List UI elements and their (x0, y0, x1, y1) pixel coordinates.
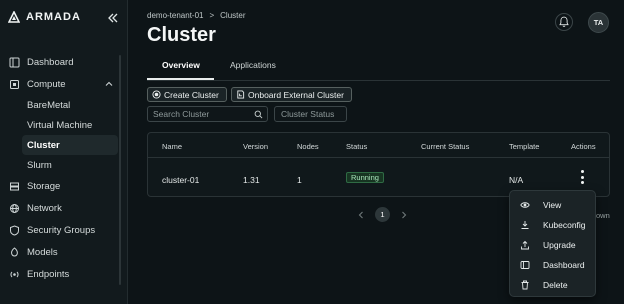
column-header-actions: Actions (571, 142, 596, 151)
menu-item-dashboard[interactable]: Dashboard (510, 256, 597, 274)
sidebar-item-label: Endpoints (27, 268, 70, 280)
column-header-current-status: Current Status (421, 142, 470, 151)
row-actions-button[interactable] (579, 170, 585, 184)
menu-item-label: Dashboard (543, 260, 585, 270)
sidebar-item-label: BareMetal (27, 99, 71, 111)
sidebar-item-storage[interactable]: Storage (0, 175, 122, 197)
active-tab-indicator (147, 78, 214, 80)
cell-name[interactable]: cluster-01 (162, 175, 199, 185)
collapse-sidebar-icon[interactable] (107, 12, 119, 24)
breadcrumb: demo-tenant-01 > Cluster (147, 11, 246, 20)
onboard-icon (237, 90, 245, 99)
column-header-nodes: Nodes (297, 142, 319, 151)
dashboard-icon (520, 261, 530, 269)
sidebar-item-label: Security Groups (27, 224, 96, 236)
sidebar: ARMADA Dashboard Compute BareMetal Virtu… (0, 0, 128, 304)
create-cluster-button[interactable]: Create Cluster (147, 87, 227, 102)
sidebar-item-label: Slurm (27, 159, 52, 171)
notifications-button[interactable] (555, 13, 573, 31)
sidebar-item-compute[interactable]: Compute (0, 73, 122, 95)
pagination-trailing-text: own (596, 211, 610, 220)
sidebar-item-label: Storage (27, 180, 61, 192)
onboard-external-cluster-label: Onboard External Cluster (248, 89, 344, 100)
status-badge: Running (346, 172, 384, 183)
armada-logo-icon (8, 11, 20, 23)
menu-item-label: View (543, 200, 562, 210)
eye-icon (520, 202, 530, 208)
sidebar-item-label: Compute (27, 78, 66, 90)
endpoints-icon (10, 271, 19, 277)
create-cluster-label: Create Cluster (164, 89, 219, 100)
logo: ARMADA (8, 11, 81, 23)
breadcrumb-tenant[interactable]: demo-tenant-01 (147, 11, 203, 20)
sidebar-item-slurm[interactable]: Slurm (0, 155, 122, 175)
add-circle-icon (152, 90, 161, 99)
dashboard-icon (9, 57, 20, 67)
menu-item-label: Upgrade (543, 240, 576, 250)
network-icon (10, 203, 19, 213)
models-icon (11, 246, 18, 256)
sidebar-item-virtual-machine[interactable]: Virtual Machine (0, 115, 122, 135)
column-header-template: Template (509, 142, 540, 151)
sidebar-item-label: Cluster (27, 139, 60, 151)
sidebar-item-cluster[interactable]: Cluster (22, 135, 118, 155)
kebab-dot (580, 170, 584, 173)
onboard-external-cluster-button[interactable]: Onboard External Cluster (231, 87, 352, 102)
search-icon[interactable] (254, 110, 263, 119)
breadcrumb-separator: > (209, 11, 215, 20)
breadcrumb-current: Cluster (220, 11, 246, 20)
column-header-name: Name (162, 142, 183, 151)
pagination: 1 (357, 207, 408, 222)
page-number[interactable]: 1 (375, 207, 390, 222)
row-actions-menu: View Kubeconfig Upgrade Dashboard Delete (509, 190, 596, 297)
menu-item-kubeconfig[interactable]: Kubeconfig (510, 216, 597, 234)
logo-text: ARMADA (26, 11, 81, 23)
column-header-version: Version (243, 142, 269, 151)
search-placeholder: Search Cluster (153, 109, 210, 119)
cell-version: 1.31 (243, 175, 260, 185)
chevron-up-icon[interactable] (105, 80, 113, 88)
search-input[interactable]: Search Cluster (147, 106, 268, 122)
sidebar-scrollbar[interactable] (119, 55, 121, 285)
tab-bar: Overview Applications (147, 54, 610, 81)
compute-icon (10, 79, 19, 89)
sidebar-nav: Dashboard Compute BareMetal Virtual Mach… (0, 51, 122, 285)
shield-icon (10, 224, 19, 236)
trash-icon (521, 280, 529, 290)
cell-template: N/A (509, 175, 524, 185)
cluster-table: Name Version Nodes Status Current Status… (147, 132, 610, 197)
kebab-dot (580, 175, 584, 179)
upload-icon (521, 240, 529, 250)
menu-item-view[interactable]: View (510, 196, 597, 214)
cluster-status-select[interactable]: Cluster Status (274, 106, 347, 122)
menu-item-upgrade[interactable]: Upgrade (510, 236, 597, 254)
bell-icon (559, 16, 569, 27)
storage-icon (10, 182, 19, 190)
menu-item-label: Delete (543, 280, 568, 290)
sidebar-item-label: Network (27, 202, 62, 214)
sidebar-item-models[interactable]: Models (0, 241, 122, 263)
sidebar-item-label: Virtual Machine (27, 119, 93, 131)
tab-overview[interactable]: Overview (162, 60, 200, 70)
sidebar-item-dashboard[interactable]: Dashboard (0, 51, 122, 73)
sidebar-item-network[interactable]: Network (0, 197, 122, 219)
download-icon (521, 221, 529, 229)
menu-item-label: Kubeconfig (543, 220, 586, 230)
cluster-status-placeholder: Cluster Status (281, 109, 335, 119)
kebab-dot (580, 181, 584, 184)
column-header-status: Status (346, 142, 368, 151)
cell-nodes: 1 (297, 175, 302, 185)
sidebar-item-label: Dashboard (27, 56, 74, 68)
tab-applications[interactable]: Applications (230, 60, 276, 70)
sidebar-item-security-groups[interactable]: Security Groups (0, 219, 122, 241)
sidebar-item-label: Models (27, 246, 58, 258)
next-page-icon[interactable] (400, 211, 408, 219)
sidebar-item-baremetal[interactable]: BareMetal (0, 95, 122, 115)
page-title: Cluster (147, 24, 216, 46)
sidebar-item-endpoints[interactable]: Endpoints (0, 263, 122, 285)
avatar[interactable]: TA (588, 12, 609, 33)
header-divider (148, 157, 609, 158)
prev-page-icon[interactable] (357, 211, 365, 219)
menu-item-delete[interactable]: Delete (510, 276, 597, 294)
